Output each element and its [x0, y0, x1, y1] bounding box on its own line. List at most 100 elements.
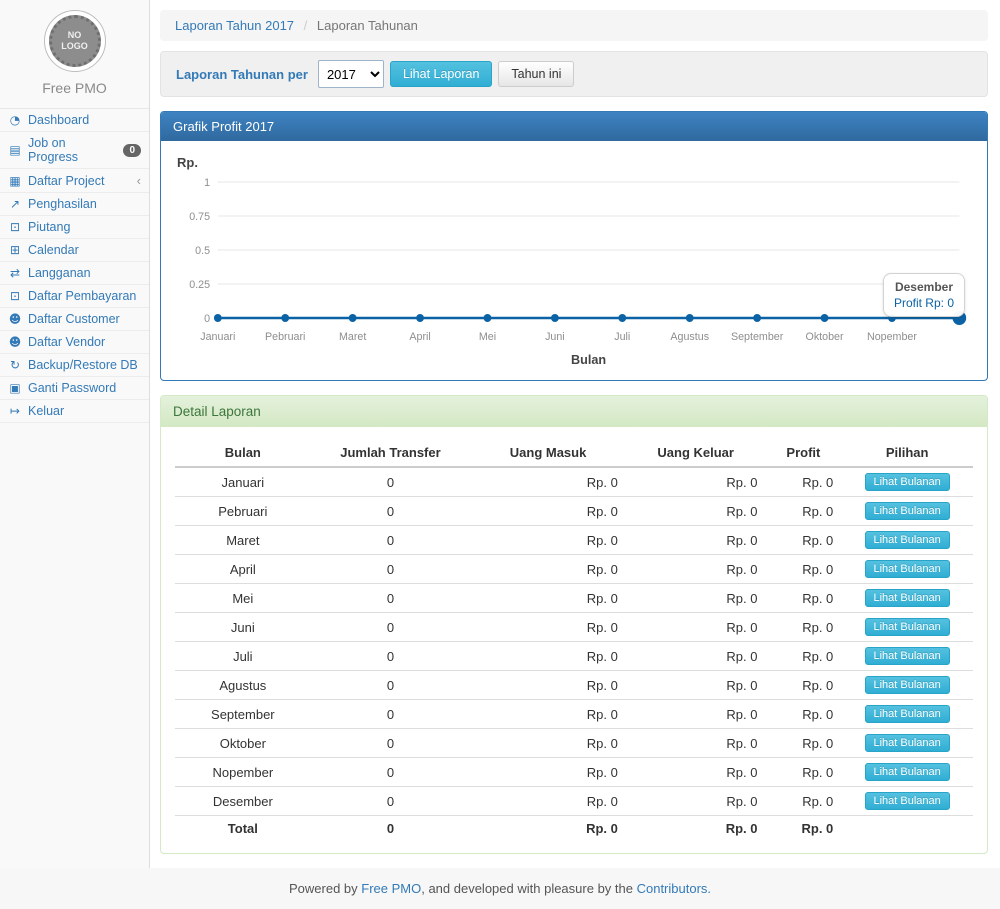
money-icon: ⊡ [8, 220, 22, 234]
table-icon: ▦ [8, 174, 22, 188]
cell-pilihan: Lihat Bulanan [841, 555, 973, 584]
cell-uang-keluar: Rp. 0 [626, 671, 766, 700]
cell-uang-masuk: Rp. 0 [470, 642, 626, 671]
cell-bulan: Desember [175, 787, 311, 816]
lihat-bulanan-button[interactable]: Lihat Bulanan [865, 618, 950, 636]
sidebar-menu: ◔Dashboard▤Job on Progress0▦Daftar Proje… [0, 108, 149, 423]
chart-y-axis-label: Rp. [177, 155, 973, 170]
cell-jumlah-transfer: 0 [311, 467, 471, 497]
sidebar-item-ganti-password[interactable]: ▣Ganti Password [0, 377, 149, 400]
cell-profit: Rp. 0 [766, 526, 842, 555]
count-badge: 0 [123, 144, 141, 157]
cell-uang-keluar: Rp. 0 [626, 758, 766, 787]
lihat-bulanan-button[interactable]: Lihat Bulanan [865, 647, 950, 665]
lihat-laporan-button[interactable]: Lihat Laporan [390, 61, 492, 87]
table-row-juni: Juni0Rp. 0Rp. 0Rp. 0Lihat Bulanan [175, 613, 973, 642]
profit-line-chart[interactable]: 00.250.50.751JanuariPebruariMaretAprilMe… [175, 172, 973, 368]
lihat-bulanan-button[interactable]: Lihat Bulanan [865, 705, 950, 723]
cell-total-pilihan [841, 816, 973, 842]
lihat-bulanan-button[interactable]: Lihat Bulanan [865, 589, 950, 607]
sidebar-item-label: Piutang [28, 220, 141, 234]
sidebar-item-daftar-pembayaran[interactable]: ⊡ Daftar Pembayaran [0, 285, 149, 308]
sidebar-item-dashboard[interactable]: ◔Dashboard [0, 109, 149, 132]
cell-profit: Rp. 0 [766, 758, 842, 787]
table-row-total: Total0Rp. 0Rp. 0Rp. 0 [175, 816, 973, 842]
sidebar-item-job-on-progress[interactable]: ▤Job on Progress0 [0, 132, 149, 169]
cell-bulan: April [175, 555, 311, 584]
sidebar-item-keluar[interactable]: ↦Keluar [0, 400, 149, 423]
lihat-bulanan-button[interactable]: Lihat Bulanan [865, 792, 950, 810]
svg-text:Bulan: Bulan [571, 352, 606, 367]
sidebar-item-penghasilan[interactable]: ↗Penghasilan [0, 193, 149, 216]
table-row-mei: Mei0Rp. 0Rp. 0Rp. 0Lihat Bulanan [175, 584, 973, 613]
table-row-pebruari: Pebruari0Rp. 0Rp. 0Rp. 0Lihat Bulanan [175, 497, 973, 526]
column-header-uang-keluar: Uang Keluar [626, 439, 766, 467]
detail-panel-title: Detail Laporan [161, 396, 987, 427]
sidebar-item-label: Backup/Restore DB [28, 358, 141, 372]
sidebar-item-daftar-project[interactable]: ▦Daftar Project‹ [0, 169, 149, 193]
lihat-bulanan-button[interactable]: Lihat Bulanan [865, 560, 950, 578]
table-row-maret: Maret0Rp. 0Rp. 0Rp. 0Lihat Bulanan [175, 526, 973, 555]
cell-uang-masuk: Rp. 0 [470, 613, 626, 642]
users-icon: ☻ [8, 335, 22, 349]
table-row-oktober: Oktober0Rp. 0Rp. 0Rp. 0Lihat Bulanan [175, 729, 973, 758]
chart-tooltip-title: Desember [894, 280, 954, 294]
cell-pilihan: Lihat Bulanan [841, 467, 973, 497]
cell-bulan: Mei [175, 584, 311, 613]
svg-text:April: April [409, 331, 430, 343]
contributors-link[interactable]: Contributors. [637, 881, 711, 896]
cell-uang-masuk: Rp. 0 [470, 671, 626, 700]
cell-profit: Rp. 0 [766, 700, 842, 729]
lihat-bulanan-button[interactable]: Lihat Bulanan [865, 531, 950, 549]
cell-bulan: Maret [175, 526, 311, 555]
cell-pilihan: Lihat Bulanan [841, 497, 973, 526]
cell-total-jumlah: 0 [311, 816, 471, 842]
sidebar-item-daftar-customer[interactable]: ☻Daftar Customer [0, 308, 149, 331]
cell-jumlah-transfer: 0 [311, 758, 471, 787]
sidebar-item-label: Dashboard [28, 113, 141, 127]
table-row-agustus: Agustus0Rp. 0Rp. 0Rp. 0Lihat Bulanan [175, 671, 973, 700]
footer: Powered by Free PMO, and developed with … [0, 868, 1000, 909]
breadcrumb-link[interactable]: Laporan Tahun 2017 [175, 18, 294, 33]
sidebar-item-label: Ganti Password [28, 381, 141, 395]
svg-text:0.5: 0.5 [195, 245, 210, 257]
cell-jumlah-transfer: 0 [311, 497, 471, 526]
page: NO LOGO Free PMO ◔Dashboard▤Job on Progr… [0, 0, 1000, 868]
svg-text:0.25: 0.25 [189, 279, 210, 291]
svg-text:Juli: Juli [614, 331, 630, 343]
cell-uang-masuk: Rp. 0 [470, 758, 626, 787]
year-select[interactable]: 2017 [318, 60, 384, 88]
table-row-april: April0Rp. 0Rp. 0Rp. 0Lihat Bulanan [175, 555, 973, 584]
cell-uang-keluar: Rp. 0 [626, 467, 766, 497]
cell-uang-masuk: Rp. 0 [470, 729, 626, 758]
svg-text:Nopember: Nopember [867, 331, 917, 343]
app-logo: NO LOGO [44, 10, 106, 72]
lihat-bulanan-button[interactable]: Lihat Bulanan [865, 676, 950, 694]
cell-profit: Rp. 0 [766, 497, 842, 526]
free-pmo-link[interactable]: Free PMO [361, 881, 421, 896]
lihat-bulanan-button[interactable]: Lihat Bulanan [865, 473, 950, 491]
lihat-bulanan-button[interactable]: Lihat Bulanan [865, 734, 950, 752]
cell-bulan: Juni [175, 613, 311, 642]
sidebar-item-label: Langganan [28, 266, 141, 280]
sidebar-item-piutang[interactable]: ⊡ Piutang [0, 216, 149, 239]
sidebar-item-calendar[interactable]: ⊞Calendar [0, 239, 149, 262]
svg-text:September: September [731, 331, 784, 343]
cell-profit: Rp. 0 [766, 467, 842, 497]
svg-text:Pebruari: Pebruari [265, 331, 305, 343]
cell-uang-keluar: Rp. 0 [626, 584, 766, 613]
sidebar-item-backup-restore-db[interactable]: ↻Backup/Restore DB [0, 354, 149, 377]
tahun-ini-button[interactable]: Tahun ini [498, 61, 574, 87]
cell-total-label: Total [175, 816, 311, 842]
cell-uang-masuk: Rp. 0 [470, 700, 626, 729]
column-header-bulan: Bulan [175, 439, 311, 467]
lihat-bulanan-button[interactable]: Lihat Bulanan [865, 502, 950, 520]
cell-pilihan: Lihat Bulanan [841, 729, 973, 758]
sidebar-item-langganan[interactable]: ⇄Langganan [0, 262, 149, 285]
sidebar-item-label: Daftar Pembayaran [28, 289, 141, 303]
cell-jumlah-transfer: 0 [311, 700, 471, 729]
money-icon: ⊡ [8, 289, 22, 303]
sidebar-item-daftar-vendor[interactable]: ☻Daftar Vendor [0, 331, 149, 354]
cell-bulan: Agustus [175, 671, 311, 700]
lihat-bulanan-button[interactable]: Lihat Bulanan [865, 763, 950, 781]
